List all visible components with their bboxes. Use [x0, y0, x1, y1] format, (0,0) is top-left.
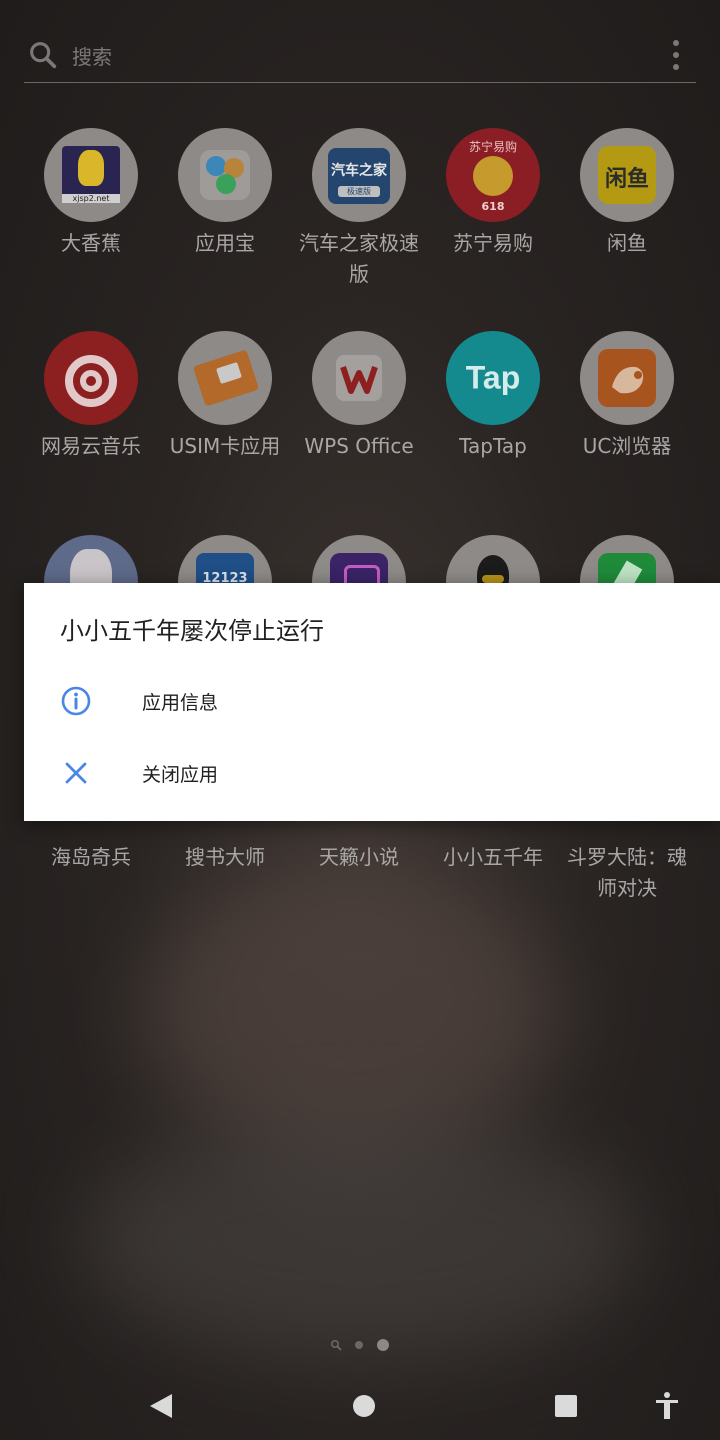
sim-card-icon: [178, 331, 272, 425]
taptap-icon: Tap: [446, 331, 540, 425]
app-banana[interactable]: xjsp2.net 大香蕉: [24, 128, 158, 259]
search-page-icon: [330, 1339, 342, 1351]
app-crash-dialog: 小小五千年屡次停止运行 应用信息 关闭应用: [24, 583, 720, 821]
app-label: UC浏览器: [582, 434, 672, 458]
app-label: 搜书大师: [185, 845, 265, 869]
app-label: 闲鱼: [607, 231, 647, 255]
accessibility-icon[interactable]: [654, 1391, 680, 1421]
autohome-icon: 汽车之家 极速版: [312, 128, 406, 222]
app-xianyu[interactable]: 闲鱼 闲鱼: [560, 128, 694, 259]
back-icon[interactable]: [148, 1392, 174, 1420]
app-info-label: 应用信息: [142, 691, 219, 714]
app-taptap[interactable]: Tap TapTap: [426, 331, 560, 462]
app-info-option[interactable]: 应用信息: [24, 669, 720, 733]
taptap-text: Tap: [465, 359, 521, 396]
app-label: 苏宁易购: [453, 231, 533, 255]
wallpaper-blob: [80, 1120, 640, 1360]
app-label: 应用宝: [195, 231, 255, 255]
navigation-bar: [0, 1372, 720, 1440]
app-label: 网易云音乐: [41, 434, 141, 458]
dialog-title: 小小五千年屡次停止运行: [60, 617, 324, 645]
app-label: 斗罗大陆：魂师对决: [567, 845, 687, 900]
app-label: 天籁小说: [319, 845, 399, 869]
app-row: xjsp2.net 大香蕉 应用宝 汽车之家 极速版 汽车之家极速版 苏宁易购 …: [24, 128, 696, 308]
autohome-title: 汽车之家: [331, 163, 387, 179]
close-icon: [65, 762, 87, 784]
close-app-label: 关闭应用: [142, 763, 219, 786]
app-autohome[interactable]: 汽车之家 极速版 汽车之家极速版: [292, 128, 426, 290]
suning-promo: 618: [481, 200, 505, 213]
app-label: WPS Office: [304, 434, 414, 458]
wallpaper-blob: [140, 860, 560, 1160]
netease-music-icon: [44, 331, 138, 425]
app-label: 海岛奇兵: [51, 845, 131, 869]
app-netease-music[interactable]: 网易云音乐: [24, 331, 158, 462]
info-icon: [61, 686, 91, 716]
more-options-icon[interactable]: [668, 40, 684, 70]
xianyu-icon: 闲鱼: [580, 128, 674, 222]
app-suning[interactable]: 苏宁易购 618 苏宁易购: [426, 128, 560, 259]
page-dot-active[interactable]: [377, 1339, 389, 1351]
search-bar[interactable]: 搜索: [24, 28, 696, 83]
suning-title: 苏宁易购: [468, 140, 517, 154]
suning-icon: 苏宁易购 618: [446, 128, 540, 222]
app-label: 汽车之家极速版: [299, 231, 419, 286]
appstore-icon: [178, 128, 272, 222]
banana-app-icon: xjsp2.net: [44, 128, 138, 222]
app-label: 大香蕉: [61, 231, 121, 255]
app-usim[interactable]: USIM卡应用: [158, 331, 292, 462]
search-icon: [30, 42, 57, 69]
app-label: TapTap: [459, 434, 527, 458]
page-indicator: [330, 1338, 390, 1352]
search-input[interactable]: 搜索: [72, 41, 112, 70]
app-label: 小小五千年: [443, 845, 543, 869]
uc-browser-icon: [580, 331, 674, 425]
home-icon[interactable]: [352, 1394, 376, 1418]
banana-caption: xjsp2.net: [62, 194, 120, 203]
app-wps[interactable]: WPS Office: [292, 331, 426, 462]
xianyu-text: 闲鱼: [604, 167, 649, 192]
page-dot[interactable]: [355, 1341, 363, 1349]
app-uc[interactable]: UC浏览器: [560, 331, 694, 462]
app-yingyongbao[interactable]: 应用宝: [158, 128, 292, 259]
recents-icon[interactable]: [554, 1394, 578, 1418]
wps-icon: [312, 331, 406, 425]
close-app-option[interactable]: 关闭应用: [24, 741, 720, 805]
app-label: USIM卡应用: [169, 434, 281, 458]
app-row: 网易云音乐 USIM卡应用 WPS Office Tap TapTap UC浏览…: [24, 331, 696, 511]
autohome-sub: 极速版: [338, 186, 380, 197]
